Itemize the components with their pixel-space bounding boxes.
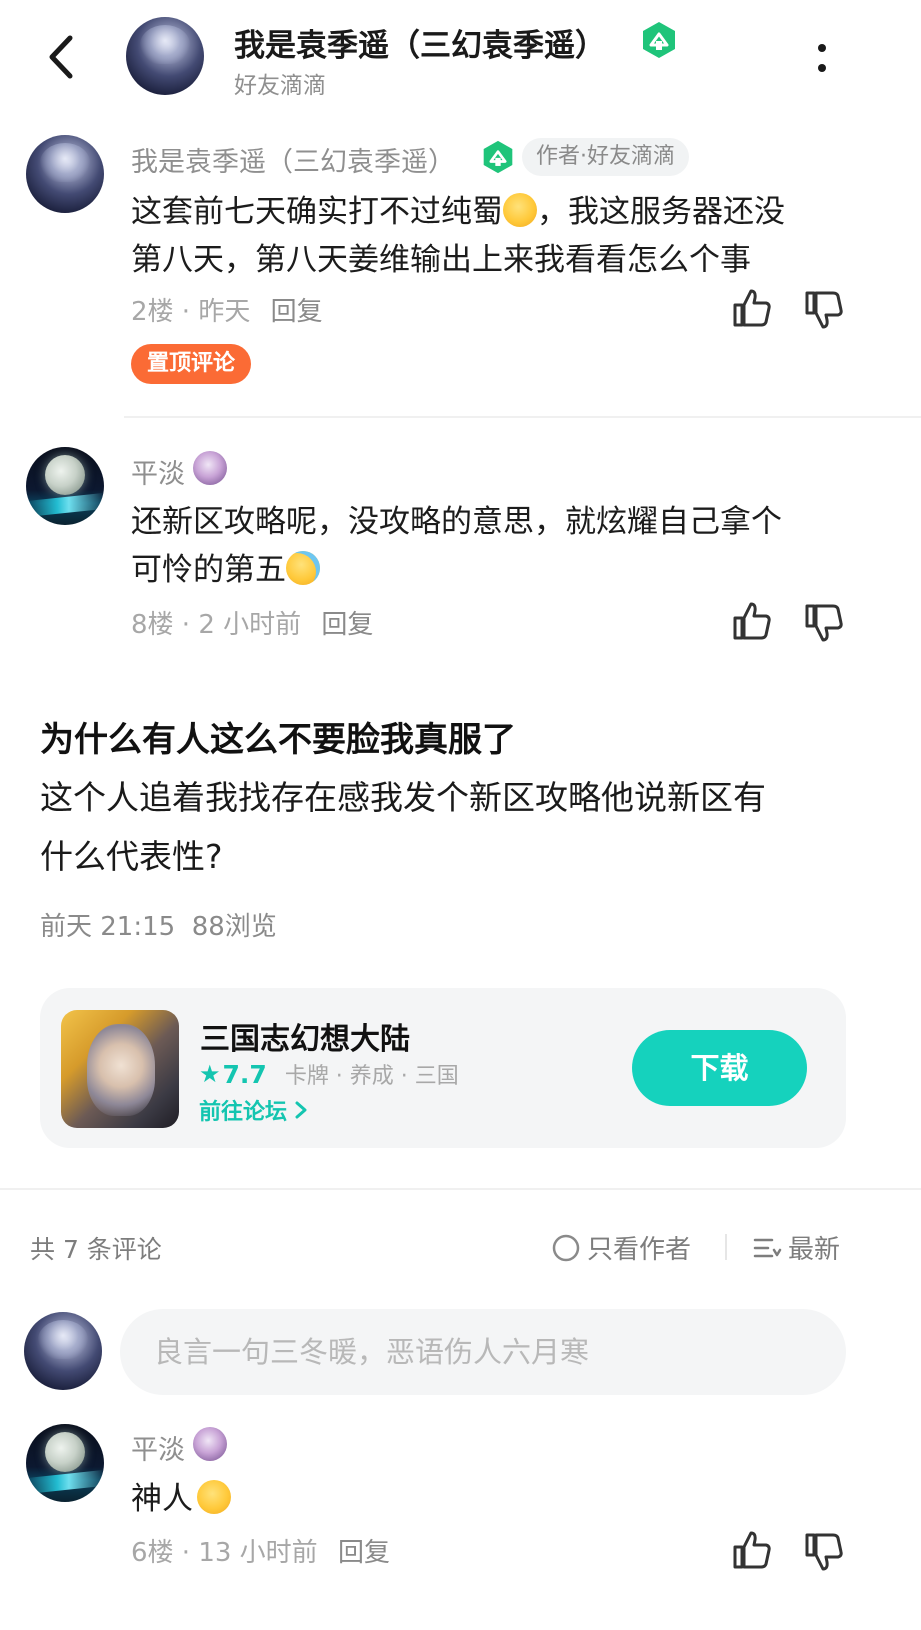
- comment-text: 这套前七天确实打不过纯蜀 ，我这服务器还没 第八天，第八天姜维输出上来我看看怎么个…: [131, 193, 785, 278]
- sort-toggle[interactable]: 最新: [752, 1229, 840, 1266]
- post-body: 这个人追着我找存在感我发个新区攻略他说新区有 什么代表性?: [40, 778, 766, 876]
- starstruck-emoji-icon: [197, 1480, 231, 1514]
- download-button[interactable]: 下载: [632, 1030, 807, 1106]
- author-tag: 作者·好友滴滴: [522, 138, 689, 176]
- game-icon[interactable]: [61, 1010, 179, 1128]
- comment-divider: [124, 416, 921, 418]
- author-only-toggle[interactable]: 只看作者: [551, 1229, 691, 1266]
- star-icon: ★: [199, 1060, 221, 1088]
- sort-icon: [753, 1238, 782, 1257]
- comment-author[interactable]: 平淡: [131, 1428, 185, 1467]
- chevron-right-icon: [295, 1101, 307, 1119]
- like-icon[interactable]: [730, 1528, 774, 1572]
- pinned-comment-tag: 置顶评论: [131, 344, 252, 384]
- comment-count: 共 7 条评论: [30, 1235, 162, 1264]
- header-subtitle: 好友滴滴: [234, 73, 326, 99]
- dislike-icon[interactable]: [802, 1530, 846, 1574]
- comment-avatar[interactable]: [26, 135, 104, 213]
- section-divider: [0, 1188, 921, 1190]
- friend-badge-icon: [643, 22, 675, 58]
- game-rating-row: ★ 7.7 卡牌 · 养成 · 三国: [199, 1058, 459, 1090]
- radio-circle-icon: [552, 1234, 580, 1261]
- post-title: 为什么有人这么不要脸我真服了: [40, 720, 516, 760]
- comment-meta: 2楼 · 昨天 回复: [131, 297, 323, 327]
- post-meta: 前天 21:15 88浏览: [40, 912, 277, 942]
- comment-avatar[interactable]: [26, 447, 104, 525]
- reply-button[interactable]: 回复: [321, 610, 373, 640]
- comment-input[interactable]: 良言一句三冬暖，恶语伤人六月寒: [120, 1309, 846, 1395]
- crying-emoji-icon: [286, 551, 320, 585]
- comment-avatar[interactable]: [26, 1424, 104, 1502]
- comment-text: 神人: [131, 1475, 231, 1523]
- grin-emoji-icon: [503, 193, 537, 227]
- dislike-icon[interactable]: [802, 288, 846, 332]
- forum-link[interactable]: 前往论坛: [199, 1094, 309, 1126]
- level-badge-icon: [193, 1427, 227, 1461]
- my-avatar: [24, 1312, 102, 1390]
- friend-badge-icon: [483, 140, 513, 174]
- game-rating: 7.7: [222, 1059, 267, 1089]
- comment-meta: 8楼 · 2 小时前 回复: [131, 610, 374, 640]
- header-avatar[interactable]: [126, 17, 204, 95]
- comment-author[interactable]: 平淡: [131, 452, 185, 491]
- game-tags: 卡牌 · 养成 · 三国: [284, 1064, 459, 1089]
- more-options-icon[interactable]: [800, 36, 844, 80]
- back-icon[interactable]: [36, 32, 86, 82]
- reply-button[interactable]: 回复: [338, 1538, 390, 1568]
- level-badge-icon: [193, 451, 227, 485]
- filter-separator: [725, 1234, 727, 1260]
- dislike-icon[interactable]: [802, 601, 846, 645]
- reply-button[interactable]: 回复: [271, 297, 323, 327]
- comment-author[interactable]: 我是袁季遥（三幻袁季遥）: [131, 140, 455, 179]
- like-icon[interactable]: [730, 286, 774, 330]
- like-icon[interactable]: [730, 599, 774, 643]
- header-title: 我是袁季遥（三幻袁季遥）: [234, 28, 606, 64]
- comment-meta: 6楼 · 13 小时前 回复: [131, 1538, 390, 1568]
- comment-text: 还新区攻略呢，没攻略的意思，就炫耀自己拿个 可怜的第五: [131, 504, 782, 588]
- game-name[interactable]: 三国志幻想大陆: [200, 1014, 410, 1058]
